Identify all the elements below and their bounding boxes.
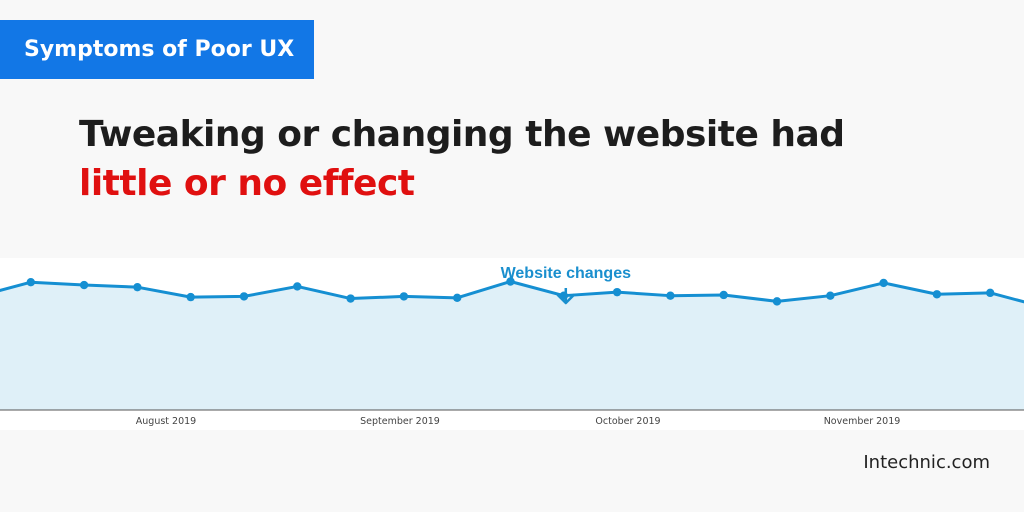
data-point-7 xyxy=(346,294,355,303)
data-point-18 xyxy=(932,290,942,299)
data-point-5 xyxy=(239,292,249,301)
data-point-4 xyxy=(186,292,195,302)
headline-line-2: little or no effect xyxy=(79,163,415,204)
data-point-13 xyxy=(666,291,675,300)
data-point-1 xyxy=(26,278,35,287)
data-point-14 xyxy=(719,290,728,300)
data-point-12 xyxy=(612,287,622,297)
data-point-15 xyxy=(772,297,782,306)
data-point-17 xyxy=(879,278,888,288)
headline: Tweaking or changing the website had lit… xyxy=(79,110,845,208)
badge-label: Symptoms of Poor UX xyxy=(24,37,295,62)
data-point-2 xyxy=(79,280,89,290)
data-point-16 xyxy=(826,291,835,300)
traffic-chart: August 2019 September 2019 October 2019 Nov… xyxy=(0,258,1024,430)
series-area xyxy=(0,281,1024,410)
data-point-9 xyxy=(453,293,462,303)
data-point-8 xyxy=(399,292,409,301)
x-tick-label: September 2019 xyxy=(360,416,440,427)
brand-label: Intechnic.com xyxy=(863,452,990,473)
data-point-3 xyxy=(133,282,142,292)
x-tick-label: October 2019 xyxy=(595,416,660,427)
data-point-6 xyxy=(293,282,302,291)
x-tick-label: August 2019 xyxy=(136,416,196,427)
annotation-label: Website changes xyxy=(501,265,632,282)
headline-line-1: Tweaking or changing the website had xyxy=(79,114,845,155)
chart-svg: August 2019 September 2019 October 2019 Nov… xyxy=(0,265,1024,427)
category-badge: Symptoms of Poor UX xyxy=(0,20,314,79)
x-tick-label: November 2019 xyxy=(824,416,901,427)
data-point-19 xyxy=(986,288,995,298)
